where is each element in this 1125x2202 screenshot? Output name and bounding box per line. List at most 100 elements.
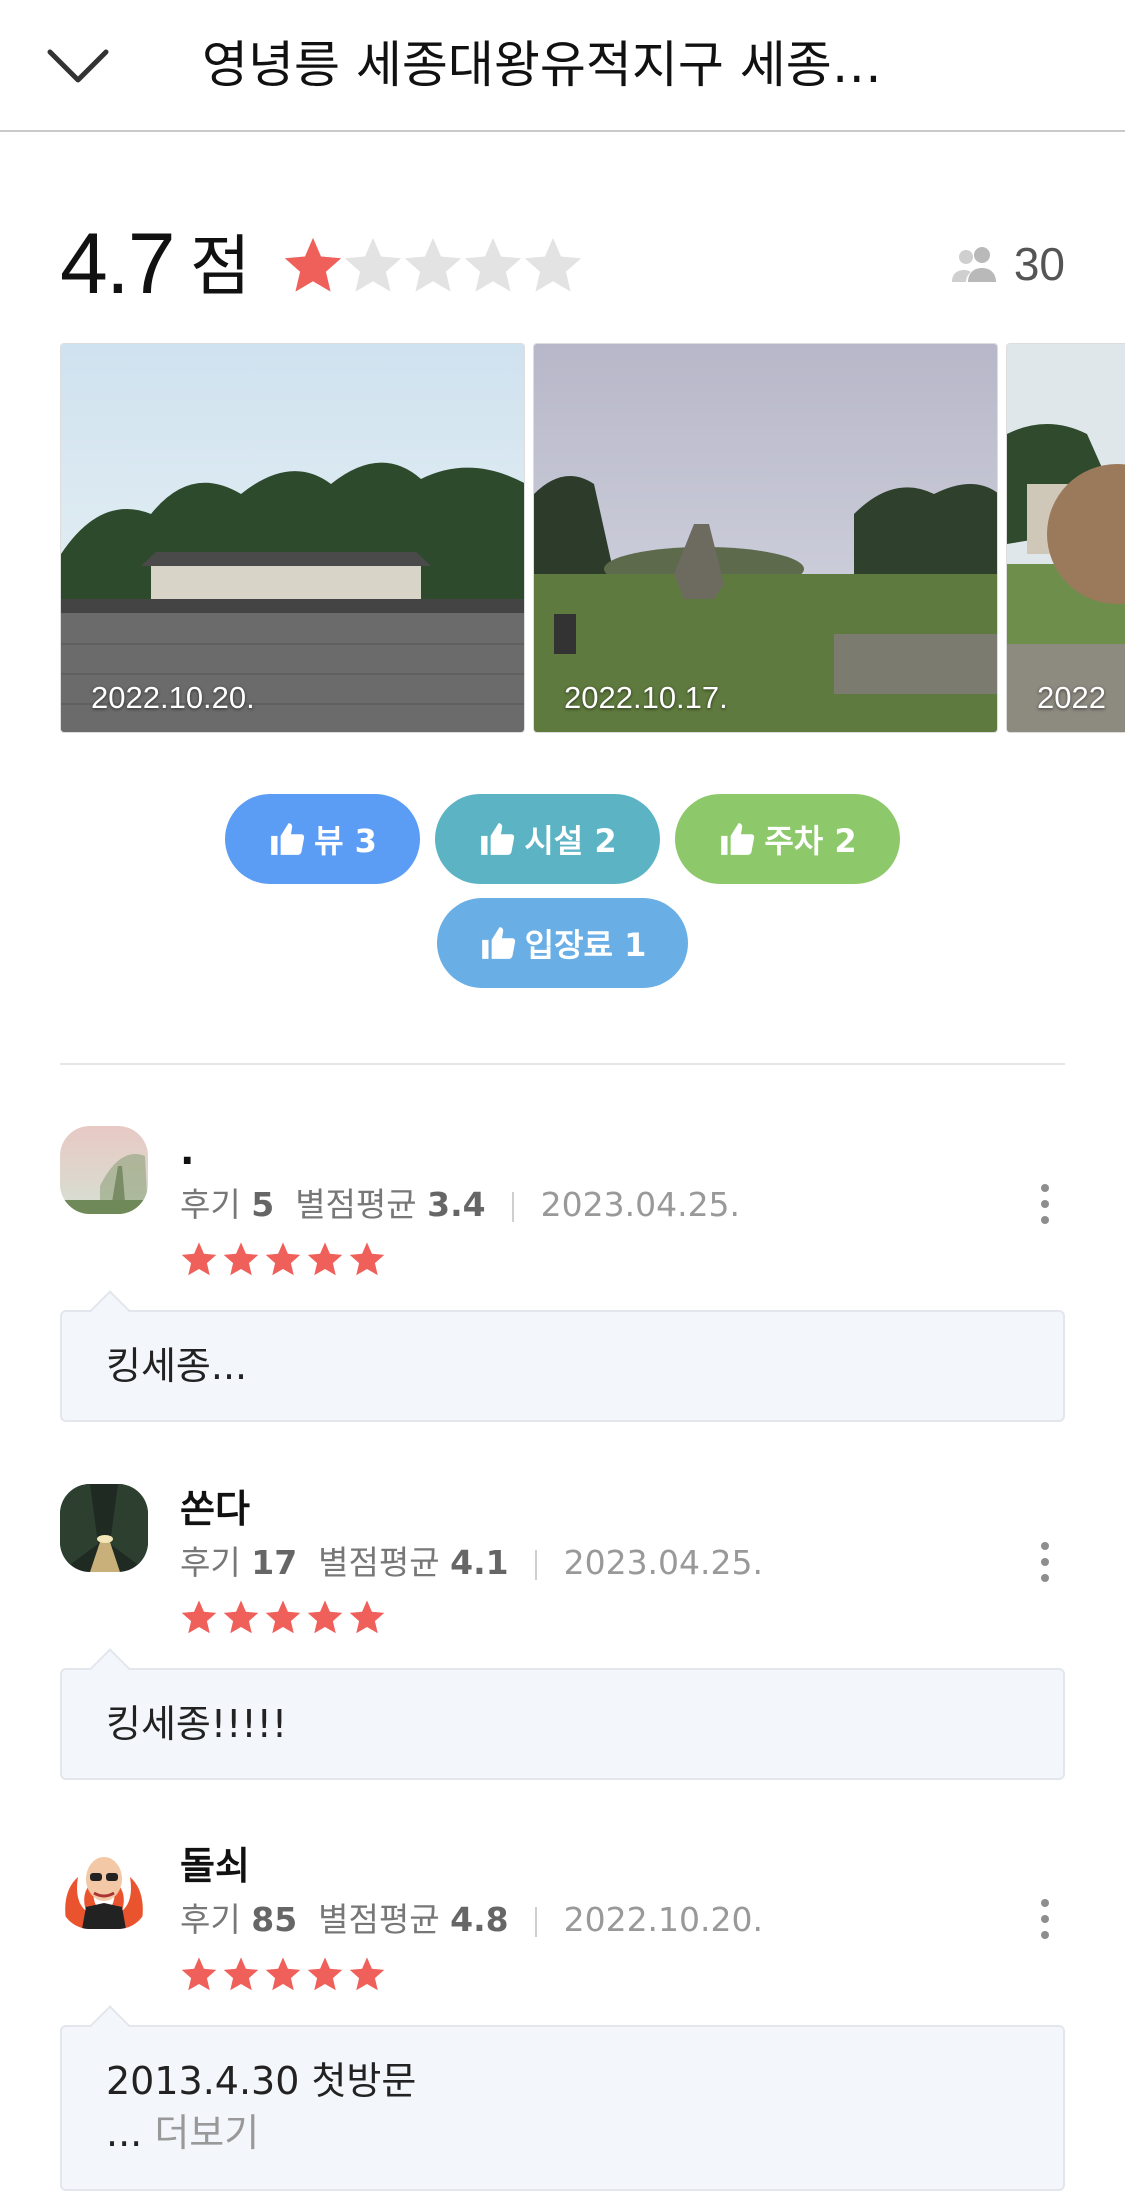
review-count-label: 후기 — [180, 1185, 241, 1224]
star-filled — [284, 237, 342, 292]
star-icon — [181, 1242, 217, 1276]
thumbs-up-icon — [268, 820, 306, 858]
star-icon — [223, 1242, 259, 1276]
tag-label: 뷰 3 — [314, 822, 377, 860]
star-icon — [349, 1957, 385, 1991]
more-options-icon[interactable] — [1025, 1174, 1065, 1234]
review-photo[interactable]: 2022.10.20. — [60, 343, 525, 733]
average-label: 별점평균 — [295, 1185, 417, 1224]
section-divider — [60, 1063, 1065, 1065]
star-icon — [349, 1242, 385, 1276]
review-photo[interactable]: 2022.10.17. — [533, 343, 998, 733]
bubble-arrow — [90, 2005, 130, 2045]
review-text: 킹세종!!!!! — [106, 1702, 288, 1746]
avatar[interactable] — [60, 1841, 148, 1929]
review-photo[interactable]: 2022 — [1006, 343, 1125, 733]
star-empty — [404, 237, 462, 292]
review-stars — [181, 1957, 385, 1991]
meta-separator — [535, 1549, 538, 1580]
reviewer-meta: 후기 5 별점평균 3.4 2023.04.25. — [180, 1180, 740, 1230]
star-icon — [307, 1957, 343, 1991]
reviewer-count-value: 30 — [1013, 238, 1065, 290]
review-item: 돌쇠 후기 85 별점평균 4.8 2022.10.20. 2013.4.30 … — [60, 1841, 1065, 2191]
page-title: 영녕릉 세종대왕유적지구 세종… — [202, 36, 882, 94]
bubble-arrow — [90, 1648, 130, 1688]
bubble-arrow — [90, 1290, 130, 1330]
star-empty — [464, 237, 522, 292]
tag-facility[interactable]: 시설 2 — [435, 794, 660, 884]
reviewer-name[interactable]: . — [180, 1126, 194, 1176]
review-date: 2023.04.25. — [540, 1185, 741, 1224]
photo-date: 2022 — [1037, 680, 1106, 715]
review-text: 2013.4.30 첫방문 — [106, 2059, 417, 2103]
review-bubble: 킹세종... — [60, 1290, 1065, 1422]
people-icon — [951, 247, 996, 282]
review-count: 5 — [251, 1185, 275, 1224]
star-icon — [307, 1242, 343, 1276]
reviewer-name[interactable]: 쏜다 — [180, 1484, 250, 1534]
tag-label: 시설 2 — [524, 822, 617, 860]
read-more[interactable]: ... 더보기 — [106, 2107, 259, 2159]
chevron-down-icon — [47, 49, 109, 83]
photo-image — [1007, 344, 1125, 732]
tag-label: 주차 2 — [764, 822, 857, 860]
more-options-icon[interactable] — [1025, 1889, 1065, 1949]
review-count-label: 후기 — [180, 1900, 241, 1939]
reviewer-meta: 후기 17 별점평균 4.1 2023.04.25. — [180, 1538, 763, 1588]
review-item: 쏜다 후기 17 별점평균 4.1 2023.04.25. 킹세종!!!!! — [60, 1484, 1065, 1784]
collapse-button[interactable] — [40, 36, 116, 96]
avatar[interactable] — [60, 1126, 148, 1214]
average-label: 별점평균 — [318, 1543, 440, 1582]
review-count: 17 — [251, 1543, 298, 1582]
star-icon — [265, 1242, 301, 1276]
review-item: . 후기 5 별점평균 3.4 2023.04.25. 킹세종... — [60, 1126, 1065, 1426]
star-icon — [181, 1957, 217, 1991]
average-score: 4.7 — [60, 216, 176, 312]
reviewer-meta: 후기 85 별점평균 4.8 2022.10.20. — [180, 1895, 763, 1945]
star-icon — [181, 1600, 217, 1634]
tag-view[interactable]: 뷰 3 — [225, 794, 420, 884]
read-more-link[interactable]: 더보기 — [154, 2111, 259, 2155]
review-date: 2022.10.20. — [563, 1900, 764, 1939]
photo-date: 2022.10.20. — [91, 680, 255, 715]
reviewer-count: 30 — [950, 230, 1065, 298]
ellipsis: ... — [106, 2111, 143, 2155]
tag-label: 입장료 1 — [524, 926, 647, 964]
average-rating: 4.1 — [450, 1543, 509, 1582]
average-label: 별점평균 — [318, 1900, 440, 1939]
thumbs-up-icon — [478, 820, 516, 858]
star-icon — [223, 1600, 259, 1634]
star-icon — [265, 1600, 301, 1634]
review-bubble: 2013.4.30 첫방문 ... 더보기 — [60, 2005, 1065, 2191]
review-stars — [181, 1600, 385, 1634]
top-bar: 영녕릉 세종대왕유적지구 세종… — [0, 0, 1125, 132]
photo-image — [534, 344, 997, 732]
star-icon — [223, 1957, 259, 1991]
photo-date: 2022.10.17. — [564, 680, 728, 715]
more-options-icon[interactable] — [1025, 1532, 1065, 1592]
tag-parking[interactable]: 주차 2 — [675, 794, 900, 884]
review-text: 킹세종... — [106, 1344, 248, 1388]
star-icon — [307, 1600, 343, 1634]
tag-admission-fee[interactable]: 입장료 1 — [437, 898, 688, 988]
score-unit: 점 — [190, 228, 251, 305]
average-rating: 4.8 — [450, 1900, 509, 1939]
thumbs-up-icon — [479, 924, 517, 962]
avatar[interactable] — [60, 1484, 148, 1572]
meta-separator — [535, 1906, 538, 1937]
star-icon — [265, 1957, 301, 1991]
review-count: 85 — [251, 1900, 298, 1939]
review-bubble: 킹세종!!!!! — [60, 1648, 1065, 1780]
average-rating: 3.4 — [427, 1185, 486, 1224]
star-empty — [344, 237, 402, 292]
review-stars — [181, 1242, 385, 1276]
star-icon — [349, 1600, 385, 1634]
review-count-label: 후기 — [180, 1543, 241, 1582]
photo-carousel[interactable]: 2022.10.20. 2022.10.17. 2022 — [60, 343, 1125, 733]
rating-stars — [284, 237, 582, 292]
meta-separator — [512, 1191, 515, 1222]
review-date: 2023.04.25. — [563, 1543, 764, 1582]
star-empty — [524, 237, 582, 292]
rating-summary: 4.7 점 30 — [60, 212, 1065, 316]
reviewer-name[interactable]: 돌쇠 — [180, 1841, 250, 1891]
